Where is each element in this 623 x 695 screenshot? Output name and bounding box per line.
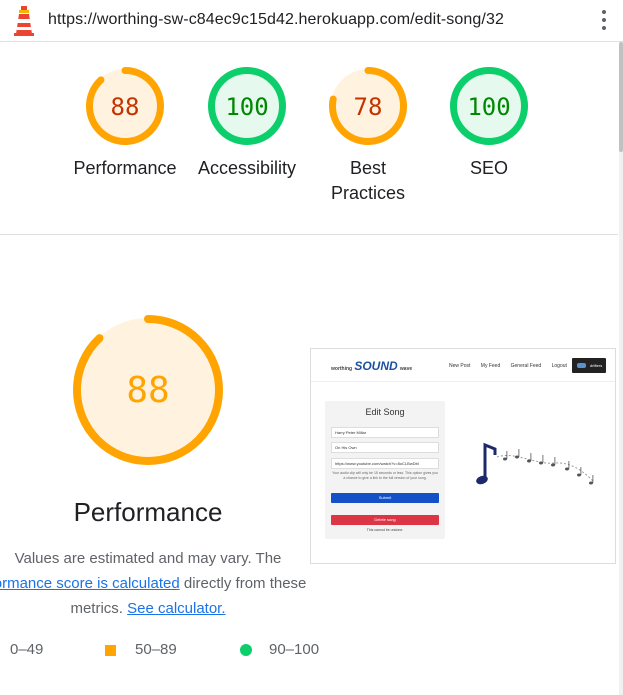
thumb-nav-item: New Post: [449, 363, 471, 369]
performance-title: Performance: [73, 497, 223, 527]
thumb-warning: This cannot be undone.: [366, 528, 404, 532]
desc-text: directly from these: [179, 575, 307, 592]
gauge-score: 100: [467, 93, 510, 121]
thumb-avatar: drifters: [572, 358, 606, 373]
thumb-field: https://www.youtube.com/watch?v=8oCLBwDb…: [331, 458, 439, 469]
thumb-avatar-label: drifters: [590, 363, 603, 368]
thumb-field: Harry Peter Millar: [331, 427, 439, 438]
thumb-nav-item: Logout: [551, 363, 567, 369]
performance-score: 88: [126, 370, 169, 411]
thumb-delete-button: Delete song: [331, 515, 439, 525]
legend-range: 90–100: [269, 641, 320, 658]
browser-bar: https://worthing-sw-c84ec9c15d42.herokua…: [0, 0, 623, 42]
gauge-label-line: Best: [349, 158, 387, 178]
gauge-label-line: Practices: [330, 183, 406, 203]
performance-description: Values are estimated and may vary. The f…: [0, 546, 308, 621]
gauge-score: 88: [111, 93, 140, 121]
score-summary: 88 Performance 100 Accessibility 78 Best…: [0, 42, 618, 234]
gauge-label: Best Practices: [308, 156, 428, 206]
legend-item-fail: 0–49: [10, 641, 43, 658]
gauge-accessibility[interactable]: 100 Accessibility: [187, 66, 307, 181]
more-options-icon[interactable]: [600, 10, 608, 32]
music-notes-icon: [476, 442, 594, 485]
gauge-seo[interactable]: 100 SEO: [429, 66, 549, 181]
gauge-score: 100: [225, 93, 268, 121]
thumb-logo-left: worthing: [331, 366, 353, 372]
performance-gauge-icon: 88: [86, 67, 164, 145]
thumb-submit-button: Submit: [331, 493, 439, 503]
circle-icon: [240, 644, 252, 656]
thumb-help-text: Your audio clip will only be 15 seconds …: [332, 471, 438, 480]
thumb-nav-item: General Feed: [510, 363, 542, 369]
desc-line: metrics. See calculator.: [0, 596, 308, 621]
gauge-best-practices[interactable]: 78 Best Practices: [308, 66, 428, 206]
see-calculator-link[interactable]: See calculator.: [127, 600, 225, 617]
thumb-logo: worthing SOUND wave: [331, 359, 412, 373]
legend-range: 0–49: [10, 641, 44, 658]
thumb-field: On His Own: [331, 442, 439, 453]
score-calculated-link[interactable]: formance score is calculated: [0, 575, 180, 592]
best-practices-gauge-icon: 78: [329, 67, 407, 145]
legend-range: 50–89: [135, 641, 177, 658]
section-divider: [0, 234, 618, 235]
accessibility-gauge-icon: 100: [208, 67, 286, 145]
desc-text: metrics.: [70, 600, 128, 617]
scrollbar[interactable]: [619, 42, 623, 695]
gauge-label: Accessibility: [197, 158, 297, 178]
thumb-card-title: Edit Song: [365, 407, 405, 417]
thumb-navbar: worthing SOUND wave New Post My Feed Gen…: [311, 349, 615, 382]
thumb-nav-item: My Feed: [480, 363, 501, 369]
seo-gauge-icon: 100: [450, 67, 528, 145]
thumb-logo-right: wave: [399, 366, 413, 372]
gauge-label: Performance: [73, 158, 177, 178]
gauge-performance[interactable]: 88 Performance: [65, 66, 185, 181]
thumb-logo-mid: SOUND: [354, 359, 398, 373]
thumb-edit-card: Edit Song Harry Peter Millar On His Own …: [325, 401, 445, 539]
avatar-icon: [577, 363, 586, 368]
page-url[interactable]: https://worthing-sw-c84ec9c15d42.herokua…: [48, 11, 504, 29]
score-legend: 0–49 50–89 90–100: [0, 641, 330, 665]
final-screenshot[interactable]: worthing SOUND wave New Post My Feed Gen…: [310, 348, 616, 564]
desc-line: formance score is calculated directly fr…: [0, 571, 308, 596]
thumb-nav-links: New Post My Feed General Feed Logout: [449, 363, 576, 369]
scrollbar-thumb[interactable]: [619, 42, 623, 152]
gauge-score: 78: [354, 93, 383, 121]
desc-line: Values are estimated and may vary. The: [14, 550, 282, 567]
performance-big-gauge-icon: 88: [73, 315, 223, 465]
gauge-label: SEO: [469, 158, 508, 178]
lighthouse-logo-icon: [14, 6, 34, 36]
square-icon: [105, 645, 116, 656]
